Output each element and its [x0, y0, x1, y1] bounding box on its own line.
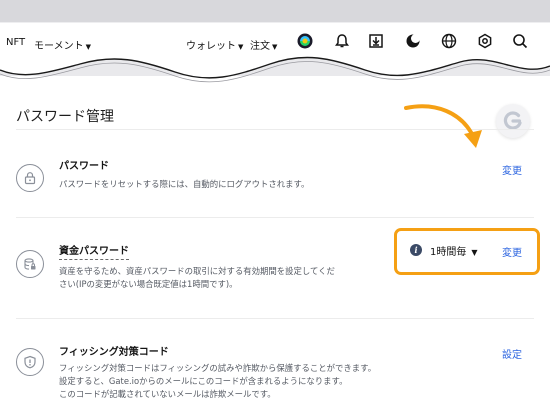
search-icon[interactable] — [512, 33, 532, 53]
password-description: パスワードをリセットする際には、自動的にログアウトされます。 — [59, 179, 310, 189]
password-title: パスワード — [59, 161, 109, 172]
page-title: パスワード管理 — [16, 109, 114, 125]
divider — [16, 318, 534, 319]
download-icon[interactable] — [368, 33, 388, 53]
chevron-down-icon: ▼ — [272, 43, 278, 51]
anti-phishing-description-line: フィッシング対策コードはフィッシングの試みや詐欺から保護することができます。 — [59, 363, 377, 373]
annotation-arrow-icon — [404, 104, 482, 148]
fund-password-description-line: 資産を守るため、資産パスワードの取引に対する有効期間を設定してくだ — [59, 266, 335, 276]
anti-phishing-description: フィッシング対策コードはフィッシングの試みや詐欺から保護することができます。 設… — [59, 362, 376, 401]
lock-icon — [16, 164, 44, 192]
top-nav-strip: NFT モーメント ▼ ウォレット ▼ 注文 ▼ — [0, 0, 550, 92]
nav-wallet-label: ウォレット — [186, 41, 236, 52]
nav-moment-label: モーメント — [34, 41, 84, 52]
chevron-down-icon: ▼ — [85, 43, 91, 51]
database-lock-icon — [16, 250, 44, 278]
fund-password-change-link[interactable]: 変更 — [502, 244, 522, 259]
settings-hexagon-icon[interactable] — [477, 33, 497, 53]
gate-logo-icon[interactable] — [297, 33, 317, 53]
nav-wallet[interactable]: ウォレット ▼ — [186, 37, 243, 52]
fund-password-description-line: さい(IPの変更がない場合既定値は1時間です)。 — [59, 279, 238, 289]
dark-mode-icon[interactable] — [405, 33, 425, 53]
validity-interval-value: 1時間毎 — [430, 247, 467, 258]
nav-moment[interactable]: モーメント ▼ — [34, 37, 91, 52]
anti-phishing-set-link[interactable]: 設定 — [502, 346, 522, 361]
caret-down-icon: ▼ — [471, 248, 478, 257]
nav-nft[interactable]: NFT — [6, 37, 25, 48]
fund-password-description: 資産を守るため、資産パスワードの取引に対する有効期間を設定してくだ さい(IPの… — [59, 265, 335, 291]
globe-icon[interactable] — [441, 33, 461, 53]
info-icon[interactable]: i — [410, 244, 422, 256]
anti-phishing-title: フィッシング対策コード — [59, 347, 169, 358]
chevron-down-icon: ▼ — [238, 43, 244, 51]
nav-orders-label: 注文 — [250, 41, 270, 52]
loading-spinner-icon — [496, 104, 530, 138]
shield-alert-icon — [16, 348, 44, 376]
anti-phishing-description-line: このコードが記載されていないメールは詐欺メールです。 — [59, 389, 276, 399]
bell-icon[interactable] — [334, 33, 354, 53]
password-change-link[interactable]: 変更 — [502, 162, 522, 177]
anti-phishing-description-line: 設定すると、Gate.ioからのメールにこのコードが含まれるようになります。 — [59, 376, 348, 386]
nav-orders[interactable]: 注文 ▼ — [250, 37, 277, 52]
divider — [16, 217, 534, 218]
validity-interval-select[interactable]: 1時間毎 ▼ — [430, 243, 478, 258]
fund-password-title[interactable]: 資金パスワード — [59, 242, 129, 260]
